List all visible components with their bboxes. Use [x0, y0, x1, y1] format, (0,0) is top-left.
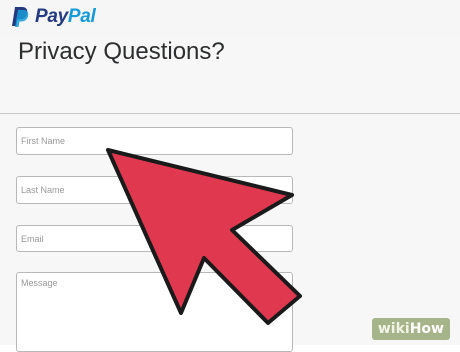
wikihow-watermark: wiki How [371, 318, 450, 340]
email-input[interactable] [16, 225, 293, 252]
message-textarea[interactable] [16, 272, 293, 352]
first-name-input[interactable] [16, 127, 293, 155]
logo-text-pal: Pal [67, 6, 96, 27]
paypal-logo[interactable]: PayPal [10, 5, 96, 29]
watermark-wiki: wiki [377, 321, 410, 337]
paypal-wordmark: PayPal [35, 6, 96, 28]
page-title: Privacy Questions? [18, 38, 225, 65]
title-divider [0, 113, 460, 114]
top-bar: PayPal [0, 0, 460, 38]
logo-text-pay: Pay [35, 6, 68, 27]
last-name-input[interactable] [16, 176, 293, 204]
watermark-how: How [409, 321, 444, 337]
paypal-p-icon [12, 7, 29, 27]
